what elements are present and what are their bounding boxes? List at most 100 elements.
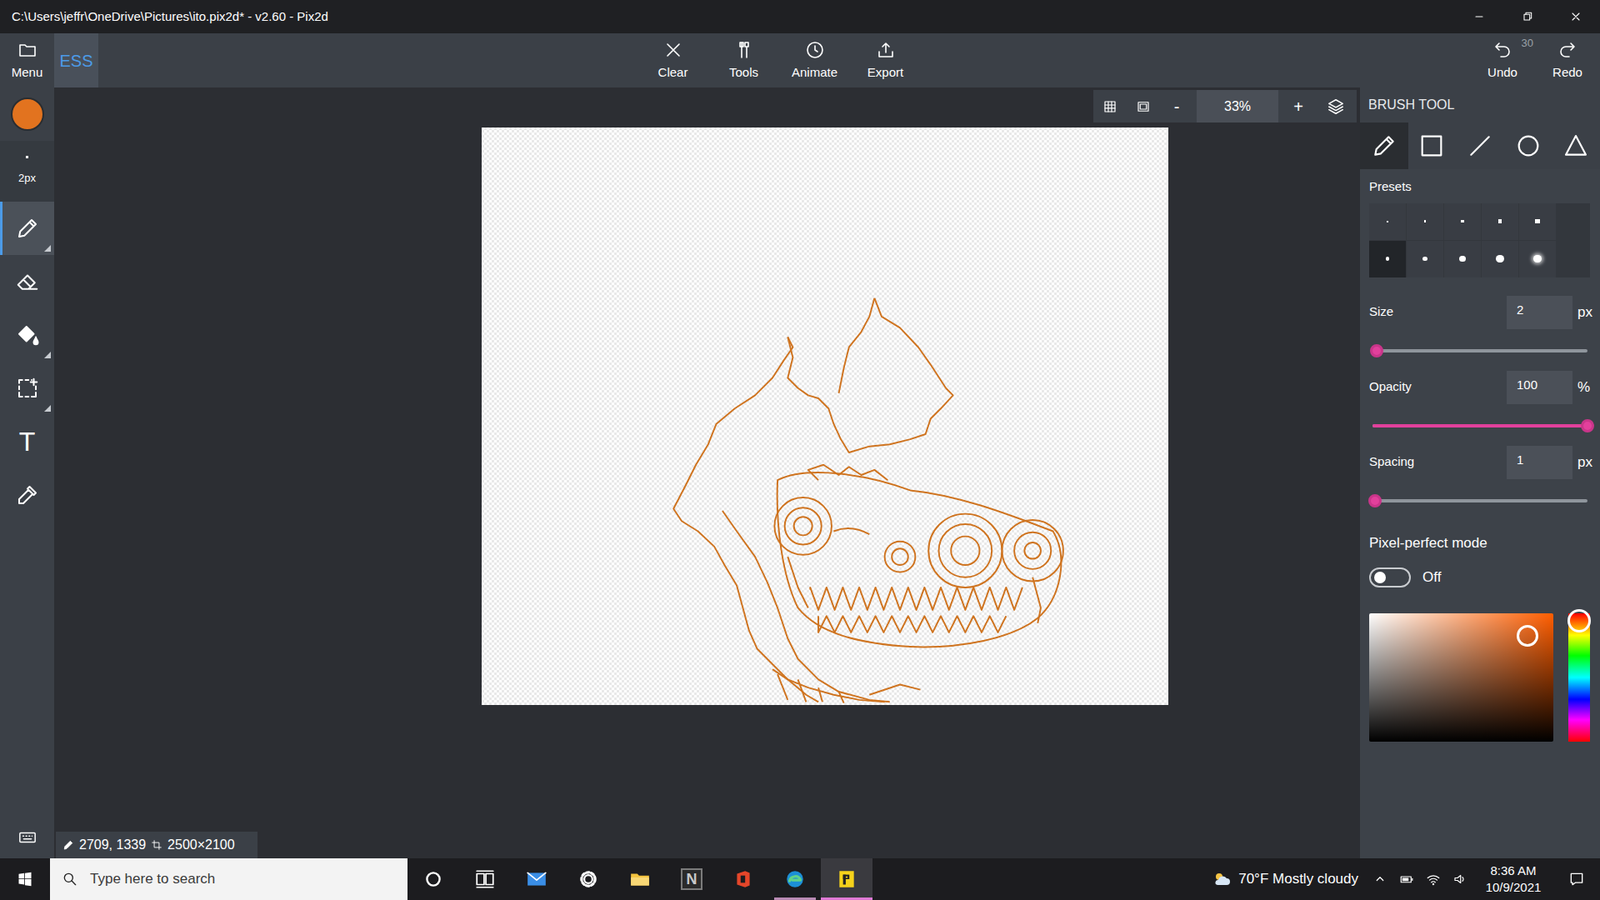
battery-tray[interactable] <box>1396 858 1417 900</box>
clock-date: 10/9/2021 <box>1480 879 1547 896</box>
restore-button[interactable] <box>1503 0 1552 34</box>
frame-button[interactable] <box>1126 90 1160 123</box>
picker-tool[interactable] <box>0 468 55 522</box>
preset-cell[interactable] <box>1519 240 1556 278</box>
slider-value-field[interactable]: 1 <box>1506 445 1573 480</box>
rectangle-icon <box>1418 132 1445 160</box>
clear-icon <box>663 40 684 60</box>
toolbar-left: MenuESS <box>0 33 100 88</box>
volume-tray[interactable] <box>1450 858 1470 900</box>
explorer-icon <box>629 868 651 890</box>
submenu-corner <box>44 351 51 359</box>
project-name[interactable]: ESS <box>54 33 99 88</box>
search-input[interactable] <box>88 867 408 891</box>
pencil-icon <box>15 215 40 241</box>
preset-cell[interactable] <box>1519 203 1556 240</box>
undo-button[interactable]: Undo30 <box>1470 33 1535 88</box>
search-box[interactable] <box>50 858 408 900</box>
clear-button[interactable]: Clear <box>637 33 709 88</box>
current-color[interactable] <box>10 97 45 131</box>
triangle-shape-tab[interactable] <box>1551 122 1600 170</box>
start-button[interactable] <box>0 858 50 900</box>
running-indicator <box>820 897 873 900</box>
rectangle-shape-tab[interactable] <box>1408 122 1457 170</box>
slider-track[interactable] <box>1372 424 1588 428</box>
slider-label: Size <box>1369 302 1507 322</box>
slider-value-field[interactable]: 100 <box>1506 370 1573 405</box>
notion-app[interactable]: N <box>665 858 718 900</box>
slider-block: Opacity100% <box>1369 370 1591 428</box>
menu-button[interactable]: Menu <box>0 33 55 88</box>
preset-cell[interactable] <box>1481 240 1519 278</box>
brush-size-button[interactable]: 2px <box>0 140 55 202</box>
export-button[interactable]: Export <box>850 33 921 88</box>
zoom-in-button[interactable]: + <box>1281 90 1315 123</box>
cortana-app[interactable] <box>407 858 460 900</box>
slider-thumb[interactable] <box>1368 494 1382 508</box>
redo-icon <box>1557 40 1578 60</box>
tools-button[interactable]: Tools <box>708 33 780 88</box>
clock[interactable]: 8:36 AM10/9/2021 <box>1473 862 1554 897</box>
pix2d-app[interactable] <box>820 858 873 900</box>
pencil-shape-tab[interactable] <box>1360 122 1409 170</box>
weather-widget[interactable]: 70°F Mostly cloudy <box>1203 868 1367 890</box>
pixel-perfect-toggle[interactable] <box>1369 567 1411 588</box>
preset-cell[interactable] <box>1406 240 1444 278</box>
slider-row: Spacing1px <box>1369 445 1591 480</box>
explorer-app[interactable] <box>614 858 666 900</box>
window-title: C:\Users\jeffr\OneDrive\Pictures\ito.pix… <box>0 7 329 27</box>
zoom-value[interactable]: 33% <box>1196 90 1279 123</box>
volume-icon <box>1452 871 1468 887</box>
presets-label: Presets <box>1369 177 1591 197</box>
animate-icon <box>805 40 825 60</box>
slider-track[interactable] <box>1372 499 1588 503</box>
office-app[interactable] <box>717 858 770 900</box>
fill-icon <box>15 322 40 348</box>
preset-cell[interactable] <box>1444 240 1481 278</box>
pencil-tool[interactable] <box>0 201 55 255</box>
wifi-tray[interactable] <box>1423 858 1444 900</box>
submenu-corner <box>44 405 51 412</box>
taskview-app[interactable] <box>459 858 511 900</box>
ellipse-shape-tab[interactable] <box>1504 122 1553 170</box>
preset-cell[interactable] <box>1406 203 1444 240</box>
slider-thumb[interactable] <box>1580 419 1595 433</box>
fill-tool[interactable] <box>0 308 55 362</box>
workspace: 2pxT -33%+2709, 13392500×2100 BRUSH TOOL… <box>0 87 1600 859</box>
chevron-tray[interactable] <box>1370 858 1390 900</box>
slider-thumb[interactable] <box>1370 344 1384 358</box>
saturation-value-field[interactable] <box>1369 613 1554 742</box>
slider-value-field[interactable]: 2 <box>1506 295 1573 330</box>
toggle-state: Off <box>1422 566 1441 589</box>
preset-cell[interactable] <box>1481 203 1519 240</box>
line-shape-tab[interactable] <box>1455 122 1505 170</box>
mail-app[interactable] <box>510 858 563 900</box>
select-tool[interactable] <box>0 361 55 415</box>
preset-cell[interactable] <box>1369 240 1406 278</box>
keyboard-button[interactable] <box>0 816 55 859</box>
slider-label: Spacing <box>1369 452 1507 472</box>
preset-cell[interactable] <box>1444 203 1481 240</box>
zoom-out-button[interactable]: - <box>1160 90 1194 123</box>
hue-slider[interactable] <box>1568 613 1590 742</box>
hue-marker[interactable] <box>1567 609 1591 633</box>
layers-button[interactable] <box>1315 90 1357 123</box>
minimize-button[interactable] <box>1455 0 1504 34</box>
color-marker[interactable] <box>1516 625 1539 647</box>
animate-button[interactable]: Animate <box>779 33 850 88</box>
edge-app[interactable] <box>769 858 821 900</box>
triangle-icon <box>1562 132 1590 160</box>
notification-button[interactable] <box>1553 858 1600 900</box>
settings-app[interactable] <box>562 858 615 900</box>
canvas-area: -33%+2709, 13392500×2100 <box>54 87 1360 859</box>
drawing-canvas[interactable] <box>481 127 1169 705</box>
settings-icon <box>577 868 600 890</box>
text-tool[interactable]: T <box>0 415 55 469</box>
slider-track[interactable] <box>1372 349 1588 353</box>
grid-button[interactable] <box>1093 90 1127 123</box>
redo-button[interactable]: Redo <box>1535 33 1600 88</box>
eraser-tool[interactable] <box>0 255 55 309</box>
system-tray: 70°F Mostly cloudy 8:36 AM10/9/2021 <box>1203 858 1600 900</box>
close-button[interactable] <box>1551 0 1600 34</box>
preset-cell[interactable] <box>1369 203 1406 240</box>
